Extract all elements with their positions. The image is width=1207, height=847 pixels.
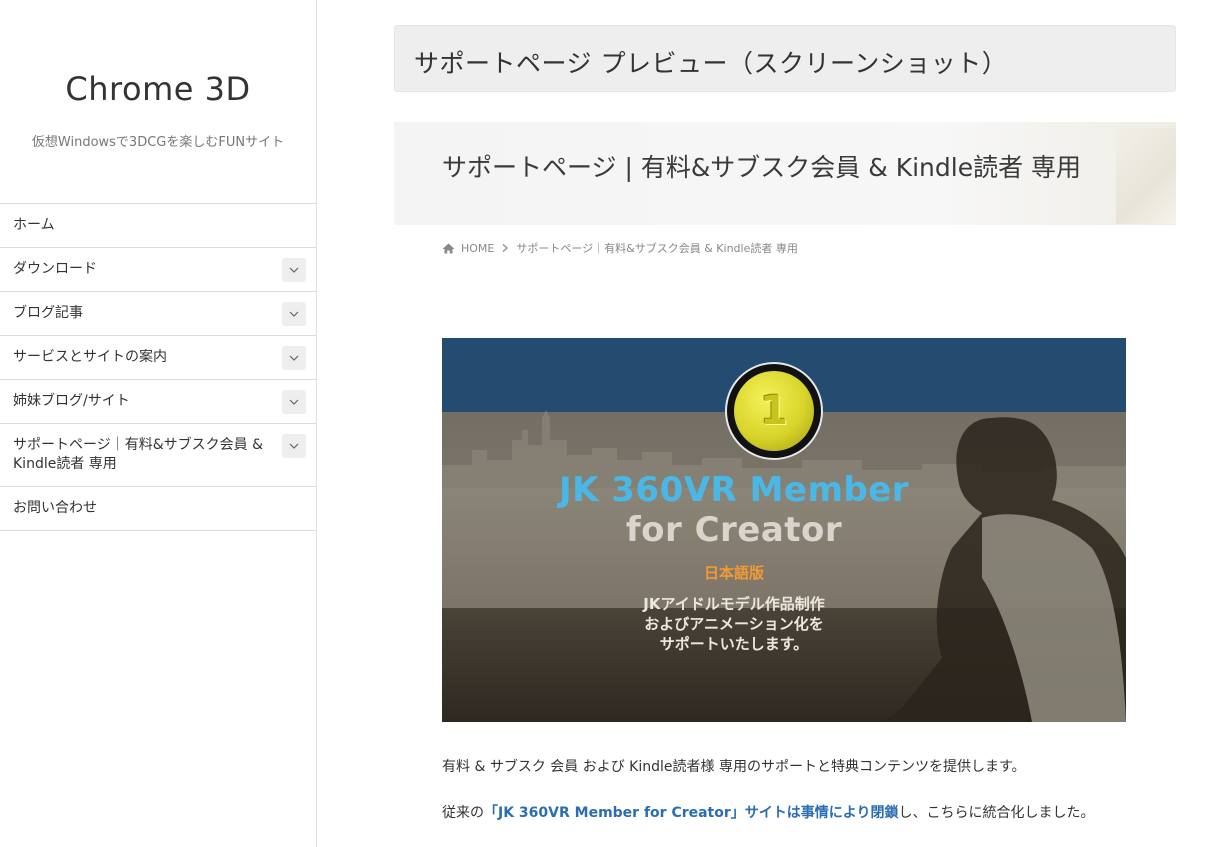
hero-description: JKアイドルモデル作品制作 およびアニメーション化を サポートいたします。: [442, 594, 1026, 654]
submenu-toggle-button[interactable]: [282, 258, 306, 282]
note-prefix: 従来の: [442, 805, 484, 821]
page-title: サポートページ プレビュー（スクリーンショット）: [414, 49, 1008, 78]
sidebar-item-blog[interactable]: ブログ記事: [0, 292, 316, 336]
chevron-right-icon: [502, 244, 509, 252]
migration-note: 従来の「JK 360VR Member for Creator」サイトは事情によ…: [442, 802, 1095, 822]
breadcrumb-home-link[interactable]: HOME: [461, 242, 494, 255]
sidebar-item-label: ダウンロード: [13, 261, 97, 277]
hero-language-label: 日本語版: [703, 564, 764, 582]
sidebar-item-label: お問い合わせ: [13, 500, 97, 516]
sidebar-item-label: 姉妹ブログ/サイト: [13, 393, 130, 409]
hero-desc-line: およびアニメーション化を: [644, 615, 824, 633]
chevron-down-icon: [289, 443, 299, 449]
app-root: Chrome 3D 仮想Windowsで3DCGを楽しむFUNサイト ホーム ダ…: [0, 0, 1207, 847]
chevron-down-icon: [289, 399, 299, 405]
site-title[interactable]: Chrome 3D: [0, 70, 316, 108]
hero-desc-line: サポートいたします。: [659, 635, 809, 653]
site-tagline: 仮想Windowsで3DCGを楽しむFUNサイト: [31, 135, 285, 150]
submenu-toggle-button[interactable]: [282, 346, 306, 370]
closed-site-link[interactable]: 「JK 360VR Member for Creator」サイトは事情により閉鎖: [484, 805, 899, 821]
home-icon: [442, 243, 455, 253]
submenu-toggle-button[interactable]: [282, 302, 306, 326]
coin-emblem: 1: [725, 362, 823, 460]
sidebar: Chrome 3D 仮想Windowsで3DCGを楽しむFUNサイト ホーム ダ…: [0, 0, 317, 847]
chevron-down-icon: [289, 267, 299, 273]
submenu-toggle-button[interactable]: [282, 434, 306, 458]
hero-title-line2: for Creator: [625, 510, 843, 550]
sidebar-item-label: サービスとサイトの案内: [13, 349, 167, 365]
screenshot-preview: サポートページ | 有料&サブスク会員 & Kindle読者 専用 HOME サ…: [394, 122, 1176, 847]
sidebar-item-support[interactable]: サポートページ｜有料&サブスク会員 & Kindle読者 専用: [0, 424, 316, 487]
chevron-down-icon: [289, 355, 299, 361]
hero-image: 1 JK 360VR Member for Creator 日本語版 JKアイド…: [442, 338, 1126, 722]
sidebar-item-home[interactable]: ホーム: [0, 204, 316, 248]
banner-title: サポートページ | 有料&サブスク会員 & Kindle読者 専用: [442, 153, 1082, 182]
intro-text: 有料 & サブスク 会員 および Kindle読者様 専用のサポートと特典コンテ…: [442, 759, 1026, 775]
sidebar-item-download[interactable]: ダウンロード: [0, 248, 316, 292]
sidebar-item-sister-sites[interactable]: 姉妹ブログ/サイト: [0, 380, 316, 424]
sidebar-nav: ホーム ダウンロード ブログ記事 サービスとサイトの案内 姉妹ブログ/サイト サ…: [0, 203, 316, 531]
sidebar-item-label: ブログ記事: [13, 305, 83, 321]
sidebar-item-label: ホーム: [13, 217, 55, 233]
breadcrumb-current: サポートページ｜有料&サブスク会員 & Kindle読者 専用: [516, 242, 798, 255]
note-suffix: し、こちらに統合化しました。: [898, 805, 1095, 821]
sidebar-item-contact[interactable]: お問い合わせ: [0, 487, 316, 531]
sidebar-item-services[interactable]: サービスとサイトの案内: [0, 336, 316, 380]
hero-title-line1: JK 360VR Member: [558, 470, 910, 510]
preview-banner: サポートページ | 有料&サブスク会員 & Kindle読者 専用: [394, 122, 1176, 225]
sidebar-item-label: サポートページ｜有料&サブスク会員 & Kindle読者 専用: [13, 437, 264, 472]
breadcrumb: HOME サポートページ｜有料&サブスク会員 & Kindle読者 専用: [442, 240, 798, 256]
main-content: サポートページ プレビュー（スクリーンショット） サポートページ | 有料&サブ…: [318, 0, 1207, 847]
page-header: サポートページ プレビュー（スクリーンショット）: [394, 25, 1176, 92]
chevron-down-icon: [289, 311, 299, 317]
banner-decoration: [1116, 128, 1176, 224]
coin-face: 1: [734, 371, 814, 451]
submenu-toggle-button[interactable]: [282, 390, 306, 414]
hero-desc-line: JKアイドルモデル作品制作: [643, 595, 825, 613]
